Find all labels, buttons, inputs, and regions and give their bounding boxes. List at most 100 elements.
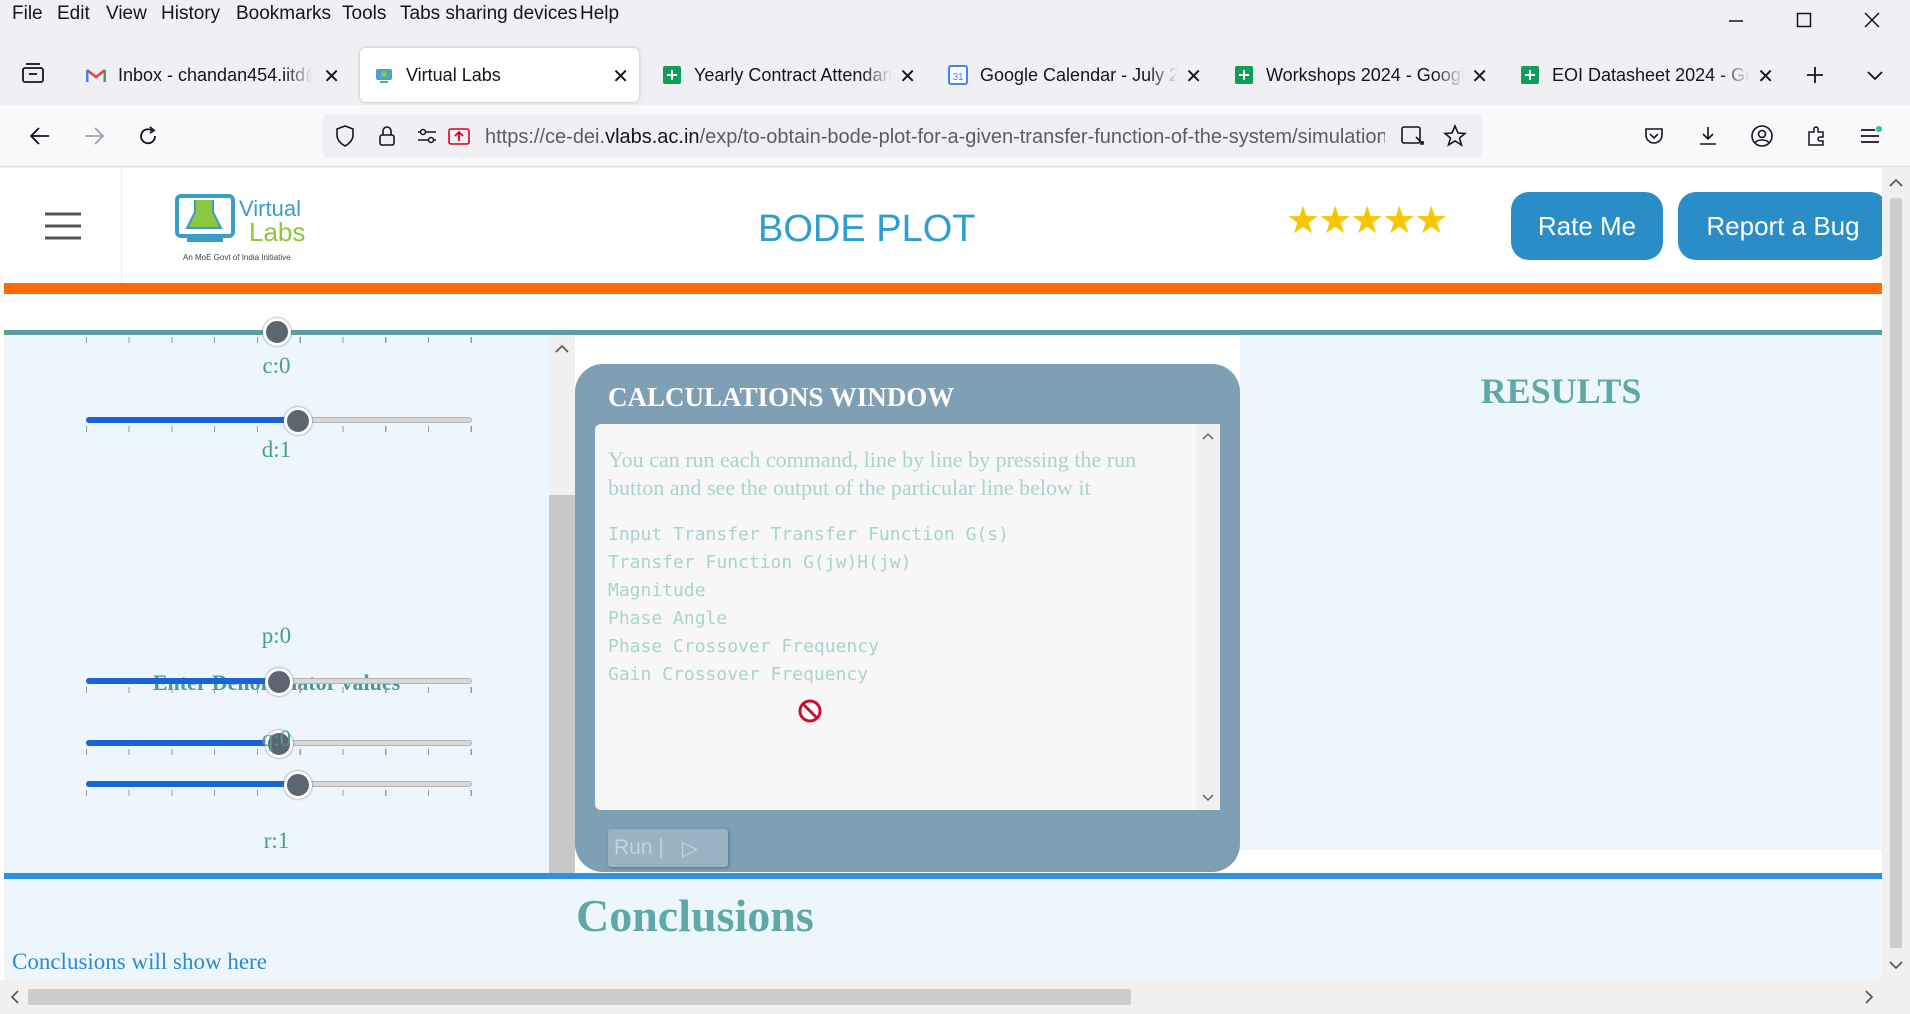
slider-d[interactable]: [86, 402, 472, 438]
calculations-scrollbar[interactable]: [1196, 424, 1220, 810]
lock-icon[interactable]: [372, 121, 402, 151]
minimize-icon[interactable]: [1708, 0, 1763, 40]
back-icon[interactable]: [25, 121, 55, 151]
command-line: Phase Crossover Frequency: [608, 636, 879, 657]
calculations-title: CALCULATIONS WINDOW: [608, 382, 955, 412]
tracking-protection-icon[interactable]: [330, 121, 360, 151]
reader-view-icon[interactable]: [1398, 121, 1428, 151]
sheets-icon: [1234, 65, 1254, 85]
upload-warning-icon[interactable]: [444, 121, 474, 151]
results-title: RESULTS: [1480, 371, 1642, 411]
close-tab-icon[interactable]: ✕: [1471, 64, 1488, 89]
url-bar[interactable]: https://ce-dei.vlabs.ac.in/exp/to-obtain…: [322, 114, 1482, 158]
tab-yearly-contract[interactable]: Yearly Contract Attendance ✕: [648, 48, 926, 102]
svg-text:An MoE Govt of India Initiativ: An MoE Govt of India Initiative: [183, 253, 291, 262]
extensions-icon[interactable]: [1801, 121, 1831, 151]
page-vertical-scrollbar[interactable]: [1882, 168, 1910, 980]
command-line: Magnitude: [608, 580, 706, 601]
sheets-icon: [1520, 65, 1540, 85]
menu-edit[interactable]: Edit: [57, 3, 90, 25]
menu-tabs-sharing[interactable]: Tabs sharing devices: [400, 3, 577, 25]
slider-q-label: q:0: [261, 726, 292, 751]
web-page: Virtual Labs An MoE Govt of India Initia…: [0, 168, 1882, 980]
maximize-icon[interactable]: [1776, 0, 1831, 40]
virtual-labs-icon: [374, 65, 394, 85]
tab-inbox[interactable]: Inbox - chandan454.iitd@gmail.com ✕: [72, 48, 350, 102]
slider-d-label: d:1: [261, 437, 292, 462]
permissions-icon[interactable]: [412, 121, 442, 151]
scroll-up-icon[interactable]: [1882, 172, 1910, 194]
page-title: BODE PLOT: [758, 208, 976, 250]
close-tab-icon[interactable]: ✕: [323, 64, 340, 89]
rate-me-button[interactable]: Rate Me: [1511, 192, 1663, 260]
menu-bookmarks[interactable]: Bookmarks: [236, 3, 331, 25]
tab-title: Inbox - chandan454.iitd@gmail.com: [118, 64, 313, 85]
reload-icon[interactable]: [133, 121, 163, 151]
tab-virtual-labs[interactable]: Virtual Labs ✕: [360, 48, 639, 102]
slider-p-label: p:0: [261, 623, 292, 648]
calendar-icon: 31: [948, 65, 968, 85]
close-tab-icon[interactable]: ✕: [899, 64, 916, 89]
app-menu-icon[interactable]: [1855, 121, 1885, 151]
conclusions-text: Conclusions will show here: [12, 949, 267, 974]
calculations-window: CALCULATIONS WINDOW You can run each com…: [575, 364, 1240, 872]
tab-manager-icon[interactable]: [18, 58, 48, 88]
tab-bar: Inbox - chandan454.iitd@gmail.com ✕ Virt…: [0, 45, 1910, 105]
site-header: Virtual Labs An MoE Govt of India Initia…: [4, 168, 1882, 283]
pocket-icon[interactable]: [1639, 121, 1669, 151]
menu-file[interactable]: File: [12, 3, 43, 25]
hamburger-menu-icon[interactable]: [4, 168, 122, 283]
results-panel: RESULTS: [1240, 335, 1882, 850]
slider-c[interactable]: [86, 313, 472, 349]
gmail-icon: [86, 65, 106, 85]
close-tab-icon[interactable]: ✕: [1185, 64, 1202, 89]
tab-workshops[interactable]: Workshops 2024 - Google Sheets ✕: [1220, 48, 1498, 102]
run-button[interactable]: Run | ▷: [608, 829, 728, 867]
tab-title: Yearly Contract Attendance: [694, 64, 892, 85]
report-bug-button[interactable]: Report a Bug: [1678, 192, 1882, 260]
conclusions-section: Conclusions Conclusions will show here: [4, 879, 1882, 980]
sheets-icon: [662, 65, 682, 85]
controls-scrollbar[interactable]: [549, 335, 575, 875]
calculations-hint: You can run each command, line by line b…: [608, 447, 1137, 500]
scroll-right-icon[interactable]: [1858, 980, 1880, 1014]
command-line: Gain Crossover Frequency: [608, 664, 869, 685]
slider-q[interactable]: [86, 663, 472, 699]
slider-r[interactable]: [86, 766, 472, 802]
new-tab-icon[interactable]: [1800, 60, 1830, 90]
not-allowed-cursor-icon: [798, 699, 822, 723]
close-tab-icon[interactable]: ✕: [612, 64, 629, 89]
menu-bar: File Edit View History Bookmarks Tools T…: [0, 0, 1910, 30]
downloads-icon[interactable]: [1693, 121, 1723, 151]
menu-help[interactable]: Help: [580, 3, 619, 25]
url-text[interactable]: https://ce-dei.vlabs.ac.in/exp/to-obtain…: [485, 126, 1385, 149]
close-window-icon[interactable]: [1844, 0, 1899, 40]
svg-text:Labs: Labs: [249, 217, 305, 247]
svg-text:31: 31: [952, 72, 964, 83]
tab-google-calendar[interactable]: 31 Google Calendar - July 2024 ✕: [934, 48, 1212, 102]
scroll-down-icon[interactable]: [1882, 954, 1910, 976]
rating-stars[interactable]: ★★★★★: [1286, 198, 1448, 243]
menu-view[interactable]: View: [106, 3, 147, 25]
account-icon[interactable]: [1747, 121, 1777, 151]
slider-r-label: r:1: [263, 828, 290, 853]
scroll-up-icon[interactable]: [549, 339, 575, 359]
scroll-up-icon[interactable]: [1196, 426, 1220, 446]
bookmark-star-icon[interactable]: [1440, 121, 1470, 151]
menu-tools[interactable]: Tools: [342, 3, 386, 25]
scroll-left-icon[interactable]: [4, 980, 26, 1014]
close-tab-icon[interactable]: ✕: [1757, 64, 1774, 89]
command-line: Transfer Function G(jw)H(jw): [608, 552, 912, 573]
menu-history[interactable]: History: [161, 3, 220, 25]
conclusions-title: Conclusions: [576, 890, 814, 941]
tab-eoi-datasheet[interactable]: EOI Datasheet 2024 - Google Sheets ✕: [1506, 48, 1784, 102]
forward-icon[interactable]: [79, 121, 109, 151]
tab-title: Virtual Labs: [406, 64, 501, 85]
scroll-down-icon[interactable]: [1196, 788, 1220, 808]
list-all-tabs-icon[interactable]: [1860, 60, 1890, 90]
virtual-labs-logo[interactable]: Virtual Labs An MoE Govt of India Initia…: [169, 186, 309, 266]
page-horizontal-scrollbar[interactable]: [0, 980, 1910, 1014]
calculations-output[interactable]: You can run each command, line by line b…: [595, 424, 1220, 810]
tab-title: Workshops 2024 - Google Sheets: [1266, 64, 1464, 85]
slider-c-label: c:0: [262, 353, 291, 378]
